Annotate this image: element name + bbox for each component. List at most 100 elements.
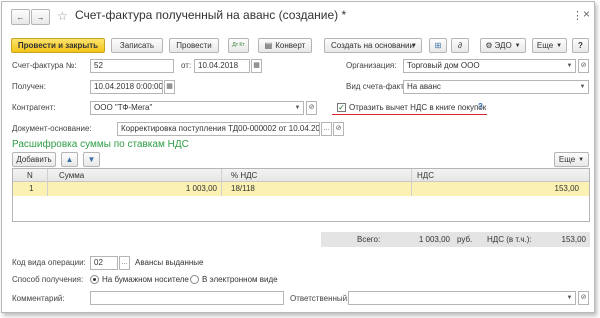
contractor-field[interactable]: ООО "ТФ-Мега"	[90, 101, 304, 115]
menu-dots-icon[interactable]: ⋮	[572, 9, 583, 22]
chevron-down-icon[interactable]: ▼	[564, 60, 575, 72]
from-label: от:	[181, 61, 192, 70]
open-contractor-button[interactable]: ⊘	[306, 101, 317, 115]
create-based-on-button[interactable]: Создать на основании ▼	[324, 38, 422, 53]
dt-kt-icon: Дт Кт	[232, 42, 245, 48]
red-underline	[332, 114, 487, 115]
chevron-down-icon[interactable]: ▼	[292, 102, 303, 114]
add-row-button[interactable]: Добавить	[12, 152, 56, 167]
column-header-amount: Сумма	[59, 171, 85, 180]
link-icon: ⊘	[580, 294, 587, 301]
chevron-down-icon[interactable]: ▼	[577, 81, 588, 93]
dt-kt-button[interactable]: Дт Кт	[228, 38, 249, 53]
reflect-vat-checkbox[interactable]: ✓	[337, 103, 346, 112]
help-icon: ?	[578, 41, 583, 50]
column-divider	[47, 169, 48, 196]
vat-section-title: Расшифровка суммы по ставкам НДС	[12, 139, 189, 150]
invoice-number-field[interactable]: 52	[90, 59, 174, 73]
comment-field[interactable]	[90, 291, 284, 305]
arrow-left-icon: ←	[16, 12, 25, 22]
structure-button[interactable]: ⊞	[429, 38, 447, 53]
back-button[interactable]: ←	[11, 9, 30, 25]
operation-code-field[interactable]: 02	[90, 256, 118, 270]
comment-label: Комментарий:	[12, 294, 65, 303]
column-header-rate: % НДС	[231, 171, 258, 180]
table-row[interactable]: 1 1 003,00 18/118 153,00	[13, 182, 589, 196]
row-vat[interactable]: 153,00	[533, 182, 579, 195]
link-icon: ⊘	[308, 104, 315, 111]
calendar-icon: ▦	[253, 62, 260, 69]
vat-table[interactable]: N Сумма % НДС НДС 1 1 003,00 18/118 153,…	[12, 168, 590, 222]
arrow-up-icon: ▲	[65, 155, 74, 164]
responsible-label: Ответственный:	[290, 294, 350, 303]
chevron-down-icon: ▼	[514, 42, 521, 49]
column-header-n: N	[27, 171, 33, 180]
checkmark-icon: ✓	[338, 103, 345, 112]
row-amount[interactable]: 1 003,00	[163, 182, 217, 195]
electronic-radio[interactable]	[190, 275, 199, 284]
move-down-button[interactable]: ▼	[83, 152, 100, 167]
received-date-field[interactable]: 10.04.2018 0:00:00	[90, 80, 163, 94]
open-basis-button[interactable]: ⊘	[333, 122, 344, 136]
edo-label: ЭДО	[494, 41, 512, 50]
post-and-close-button[interactable]: Провести и закрыть	[11, 38, 105, 53]
invoice-type-field[interactable]: На аванс	[403, 80, 589, 94]
vat-incl-label: НДС (в т.ч.):	[487, 235, 532, 244]
more-button[interactable]: Еще ▼	[532, 38, 567, 53]
electronic-option-label[interactable]: В электронном виде	[202, 275, 278, 284]
paperclip-icon: ∂	[458, 41, 462, 50]
open-responsible-button[interactable]: ⊘	[578, 291, 589, 305]
column-header-vat: НДС	[417, 171, 434, 180]
close-icon[interactable]: ×	[583, 7, 590, 21]
open-organization-button[interactable]: ⊘	[578, 59, 589, 73]
table-header: N Сумма % НДС НДС	[13, 169, 589, 182]
more-label: Еще	[536, 41, 554, 50]
chevron-down-icon: ▼	[556, 42, 563, 49]
help-link[interactable]: ?	[478, 102, 483, 111]
document-window: ← → ☆ Счет-фактура полученный на аванс (…	[1, 1, 595, 313]
link-icon: ⊘	[335, 125, 342, 132]
dots-icon: …	[121, 259, 128, 266]
paper-radio[interactable]	[90, 275, 99, 284]
move-up-button[interactable]: ▲	[61, 152, 78, 167]
favorite-star-icon[interactable]: ☆	[57, 9, 68, 23]
chevron-down-icon[interactable]: ▼	[564, 292, 575, 304]
attach-button[interactable]: ∂	[451, 38, 469, 53]
row-rate[interactable]: 18/118	[231, 182, 255, 195]
invoice-number-label: Счет-фактура №:	[12, 61, 77, 70]
paper-option-label[interactable]: На бумажном носителе	[102, 275, 189, 284]
table-more-button[interactable]: Еще ▼	[554, 152, 589, 167]
column-divider	[411, 169, 412, 196]
dots-icon: …	[323, 125, 330, 132]
organization-label: Организация:	[346, 61, 397, 70]
edo-icon: ⚙	[485, 41, 493, 50]
post-button[interactable]: Провести	[169, 38, 219, 53]
received-calendar-button[interactable]: ▦	[164, 80, 175, 94]
calendar-button[interactable]: ▦	[251, 59, 262, 73]
save-button[interactable]: Записать	[111, 38, 163, 53]
forward-button[interactable]: →	[31, 9, 50, 25]
edo-button[interactable]: ⚙ ЭДО ▼	[480, 38, 526, 53]
arrow-right-icon: →	[36, 12, 45, 22]
basis-document-field[interactable]: Корректировка поступления ТД00-000002 от…	[117, 122, 320, 136]
select-basis-button[interactable]: …	[321, 122, 332, 136]
basis-document-label: Документ-основание:	[12, 124, 92, 133]
organization-field[interactable]: Торговый дом ООО	[403, 59, 576, 73]
structure-icon: ⊞	[434, 41, 442, 50]
printer-icon: ▤	[264, 41, 273, 50]
column-divider	[221, 169, 222, 196]
row-number: 1	[29, 184, 34, 193]
chevron-down-icon: ▼	[578, 156, 585, 163]
responsible-field[interactable]	[348, 291, 576, 305]
operation-code-label: Код вида операции:	[12, 258, 86, 267]
invoice-date-field[interactable]: 10.04.2018	[194, 59, 250, 73]
link-icon: ⊘	[580, 62, 587, 69]
total-currency: руб.	[457, 235, 473, 244]
envelope-button[interactable]: ▤ Конверт	[258, 38, 312, 53]
help-button[interactable]: ?	[572, 38, 589, 53]
calendar-icon: ▦	[166, 83, 173, 90]
create-based-label: Создать на основании	[331, 41, 414, 50]
table-more-label: Еще	[558, 155, 576, 164]
select-operation-code-button[interactable]: …	[119, 256, 130, 270]
received-label: Получен:	[12, 82, 46, 91]
